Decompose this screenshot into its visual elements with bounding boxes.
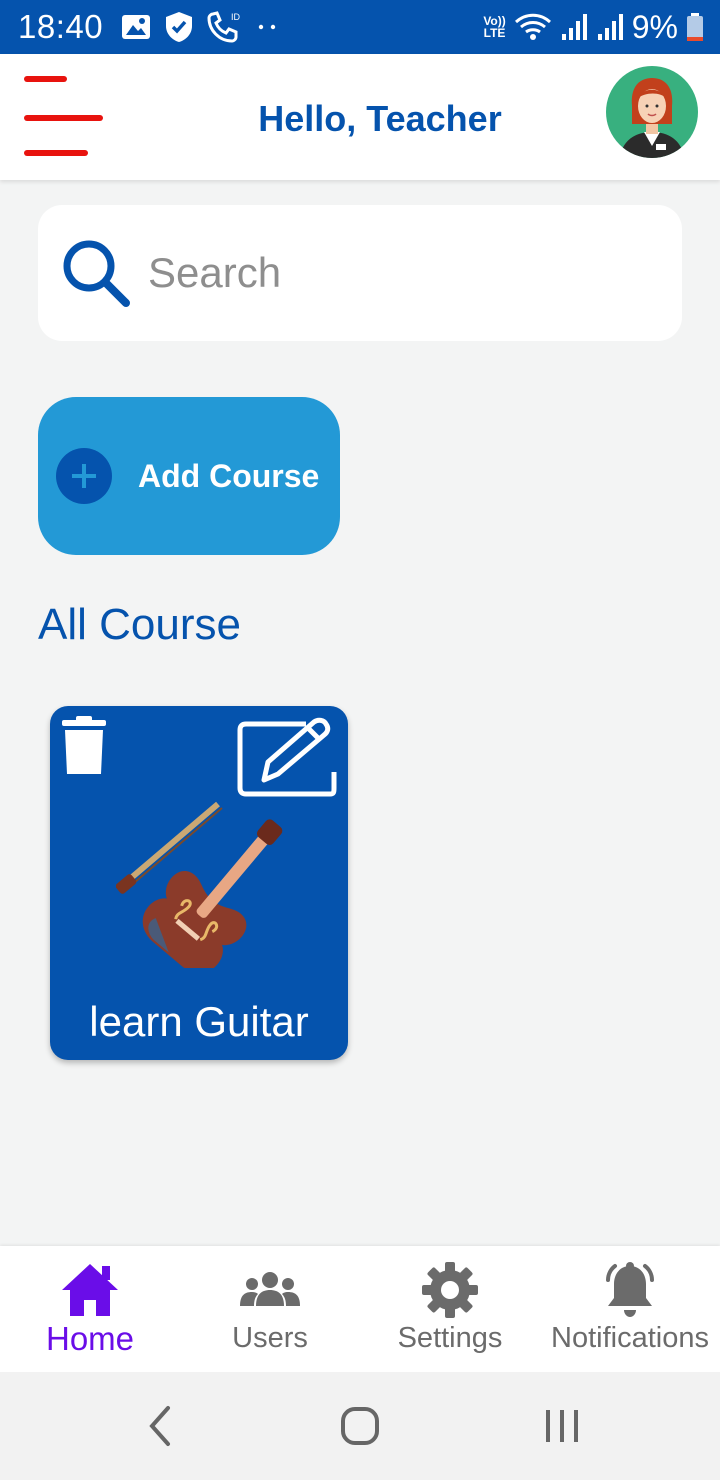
signal-icon — [561, 14, 587, 40]
course-card[interactable]: learn Guitar — [50, 706, 348, 1060]
system-nav-bar — [0, 1372, 720, 1480]
add-course-button[interactable]: Add Course — [38, 397, 340, 555]
home-icon — [62, 1264, 118, 1316]
status-notification-icons: ID — [121, 10, 279, 44]
bell-icon — [606, 1262, 654, 1317]
violin-icon — [116, 801, 283, 968]
trash-icon[interactable] — [62, 716, 106, 776]
battery-icon — [687, 13, 703, 41]
nav-item-home[interactable]: Home — [0, 1246, 180, 1372]
back-icon[interactable] — [134, 1400, 186, 1452]
status-system-icons: Vo)) LTE 9% — [483, 9, 704, 46]
nav-item-users[interactable]: Users — [180, 1246, 360, 1372]
app-header: Hello, Teacher — [0, 54, 720, 180]
menu-line-top — [24, 76, 67, 82]
edit-icon[interactable] — [236, 716, 338, 798]
image-icon — [122, 15, 151, 39]
nav-label-notifications: Notifications — [551, 1322, 709, 1354]
search-input[interactable] — [148, 249, 628, 297]
nav-label-home: Home — [45, 1320, 135, 1357]
section-title: All Course — [38, 600, 241, 649]
search-icon — [63, 240, 130, 307]
teacher-avatar-icon — [620, 78, 684, 158]
nav-label-users: Users — [232, 1322, 308, 1354]
signal-icon-2 — [597, 14, 623, 40]
plus-icon — [56, 448, 112, 504]
add-course-label: Add Course — [138, 457, 320, 494]
gear-icon — [422, 1262, 478, 1318]
course-title: learn Guitar — [89, 998, 309, 1045]
users-icon — [240, 1272, 300, 1306]
svg-text:ID: ID — [231, 12, 241, 22]
volte-label: Vo)) LTE — [483, 15, 505, 39]
more-dots-icon — [258, 24, 276, 30]
battery-percent: 9% — [631, 8, 678, 45]
nav-item-notifications[interactable]: Notifications — [540, 1246, 720, 1372]
recent-apps-icon[interactable] — [536, 1400, 588, 1452]
shield-icon — [166, 12, 193, 42]
bottom-nav: Home Users Settings Notifications — [0, 1246, 720, 1372]
home-circle-icon[interactable] — [334, 1400, 386, 1452]
nav-item-settings[interactable]: Settings — [360, 1246, 540, 1372]
avatar[interactable] — [606, 66, 698, 158]
plus-glyph — [72, 464, 96, 488]
nav-label-settings: Settings — [397, 1322, 503, 1354]
status-bar: 18:40 ID Vo)) LTE 9% — [0, 0, 720, 54]
wifi-icon — [514, 13, 551, 40]
menu-line-bottom — [24, 150, 88, 156]
volte-label-bottom: LTE — [483, 26, 506, 40]
phone-id-icon: ID — [207, 11, 241, 43]
search-box[interactable] — [38, 205, 682, 341]
status-time: 18:40 — [18, 8, 104, 45]
